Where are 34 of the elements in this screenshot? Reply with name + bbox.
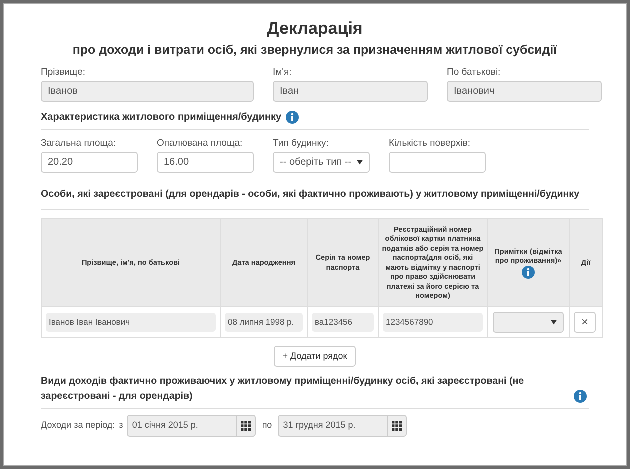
section-heading: Характеристика житлового приміщення/будинку — [41, 111, 282, 125]
table-input[interactable]: Іванов Іван Іванович — [46, 312, 216, 332]
from-label: з — [119, 419, 124, 432]
field-label: По батькові: — [447, 67, 502, 79]
input-field[interactable] — [389, 152, 486, 173]
input-field[interactable]: 16.00 — [157, 152, 254, 173]
period-label: Доходи за період: — [41, 419, 116, 432]
caret-icon — [551, 320, 557, 324]
field-label: Опалювана площа: — [157, 138, 244, 150]
add-row-button[interactable]: + Додати рядок — [274, 346, 356, 367]
section-heading: Особи, які зареєстровані (для орендарів - особи, які фактично проживають) у житловому приміщенні/будинку — [41, 189, 580, 200]
field-label: Ім'я: — [273, 67, 293, 79]
calendar-button[interactable] — [237, 415, 256, 437]
table-input[interactable]: 08 липня 1998 р. — [225, 312, 303, 332]
table-input[interactable]: 1234567890 — [383, 312, 483, 332]
info-icon — [286, 111, 299, 124]
delete-button[interactable]: × — [574, 312, 596, 332]
page-subtitle: про доходи і витрати осіб, які звернулися за призначенням житлової субсидії — [72, 42, 558, 59]
field-label: Тип будинку: — [273, 138, 330, 150]
to-label: по — [262, 419, 272, 432]
field-label: Загальна площа: — [41, 138, 118, 150]
section-heading: Види доходів фактично проживаючих у житловому приміщенні/будинку осіб, які зареєстровані (не зареєстровані - для орендарів) — [41, 375, 526, 404]
info-icon — [522, 266, 535, 278]
table-input[interactable]: ва123456 — [312, 312, 374, 332]
info-icon — [574, 390, 587, 403]
house-type-select[interactable]: -- оберіть тип -- — [273, 152, 370, 173]
calendar-button[interactable] — [388, 415, 408, 437]
caret-icon — [357, 160, 363, 165]
field-label: Кількість поверхів: — [389, 138, 472, 150]
input-field[interactable]: 20.20 — [41, 152, 138, 173]
field-label: Прізвище: — [41, 67, 87, 79]
date-field[interactable]: 01 січня 2015 р. — [127, 415, 238, 437]
page-title: Декларація — [266, 18, 364, 40]
date-field[interactable]: 31 грудня 2015 р. — [278, 415, 388, 437]
